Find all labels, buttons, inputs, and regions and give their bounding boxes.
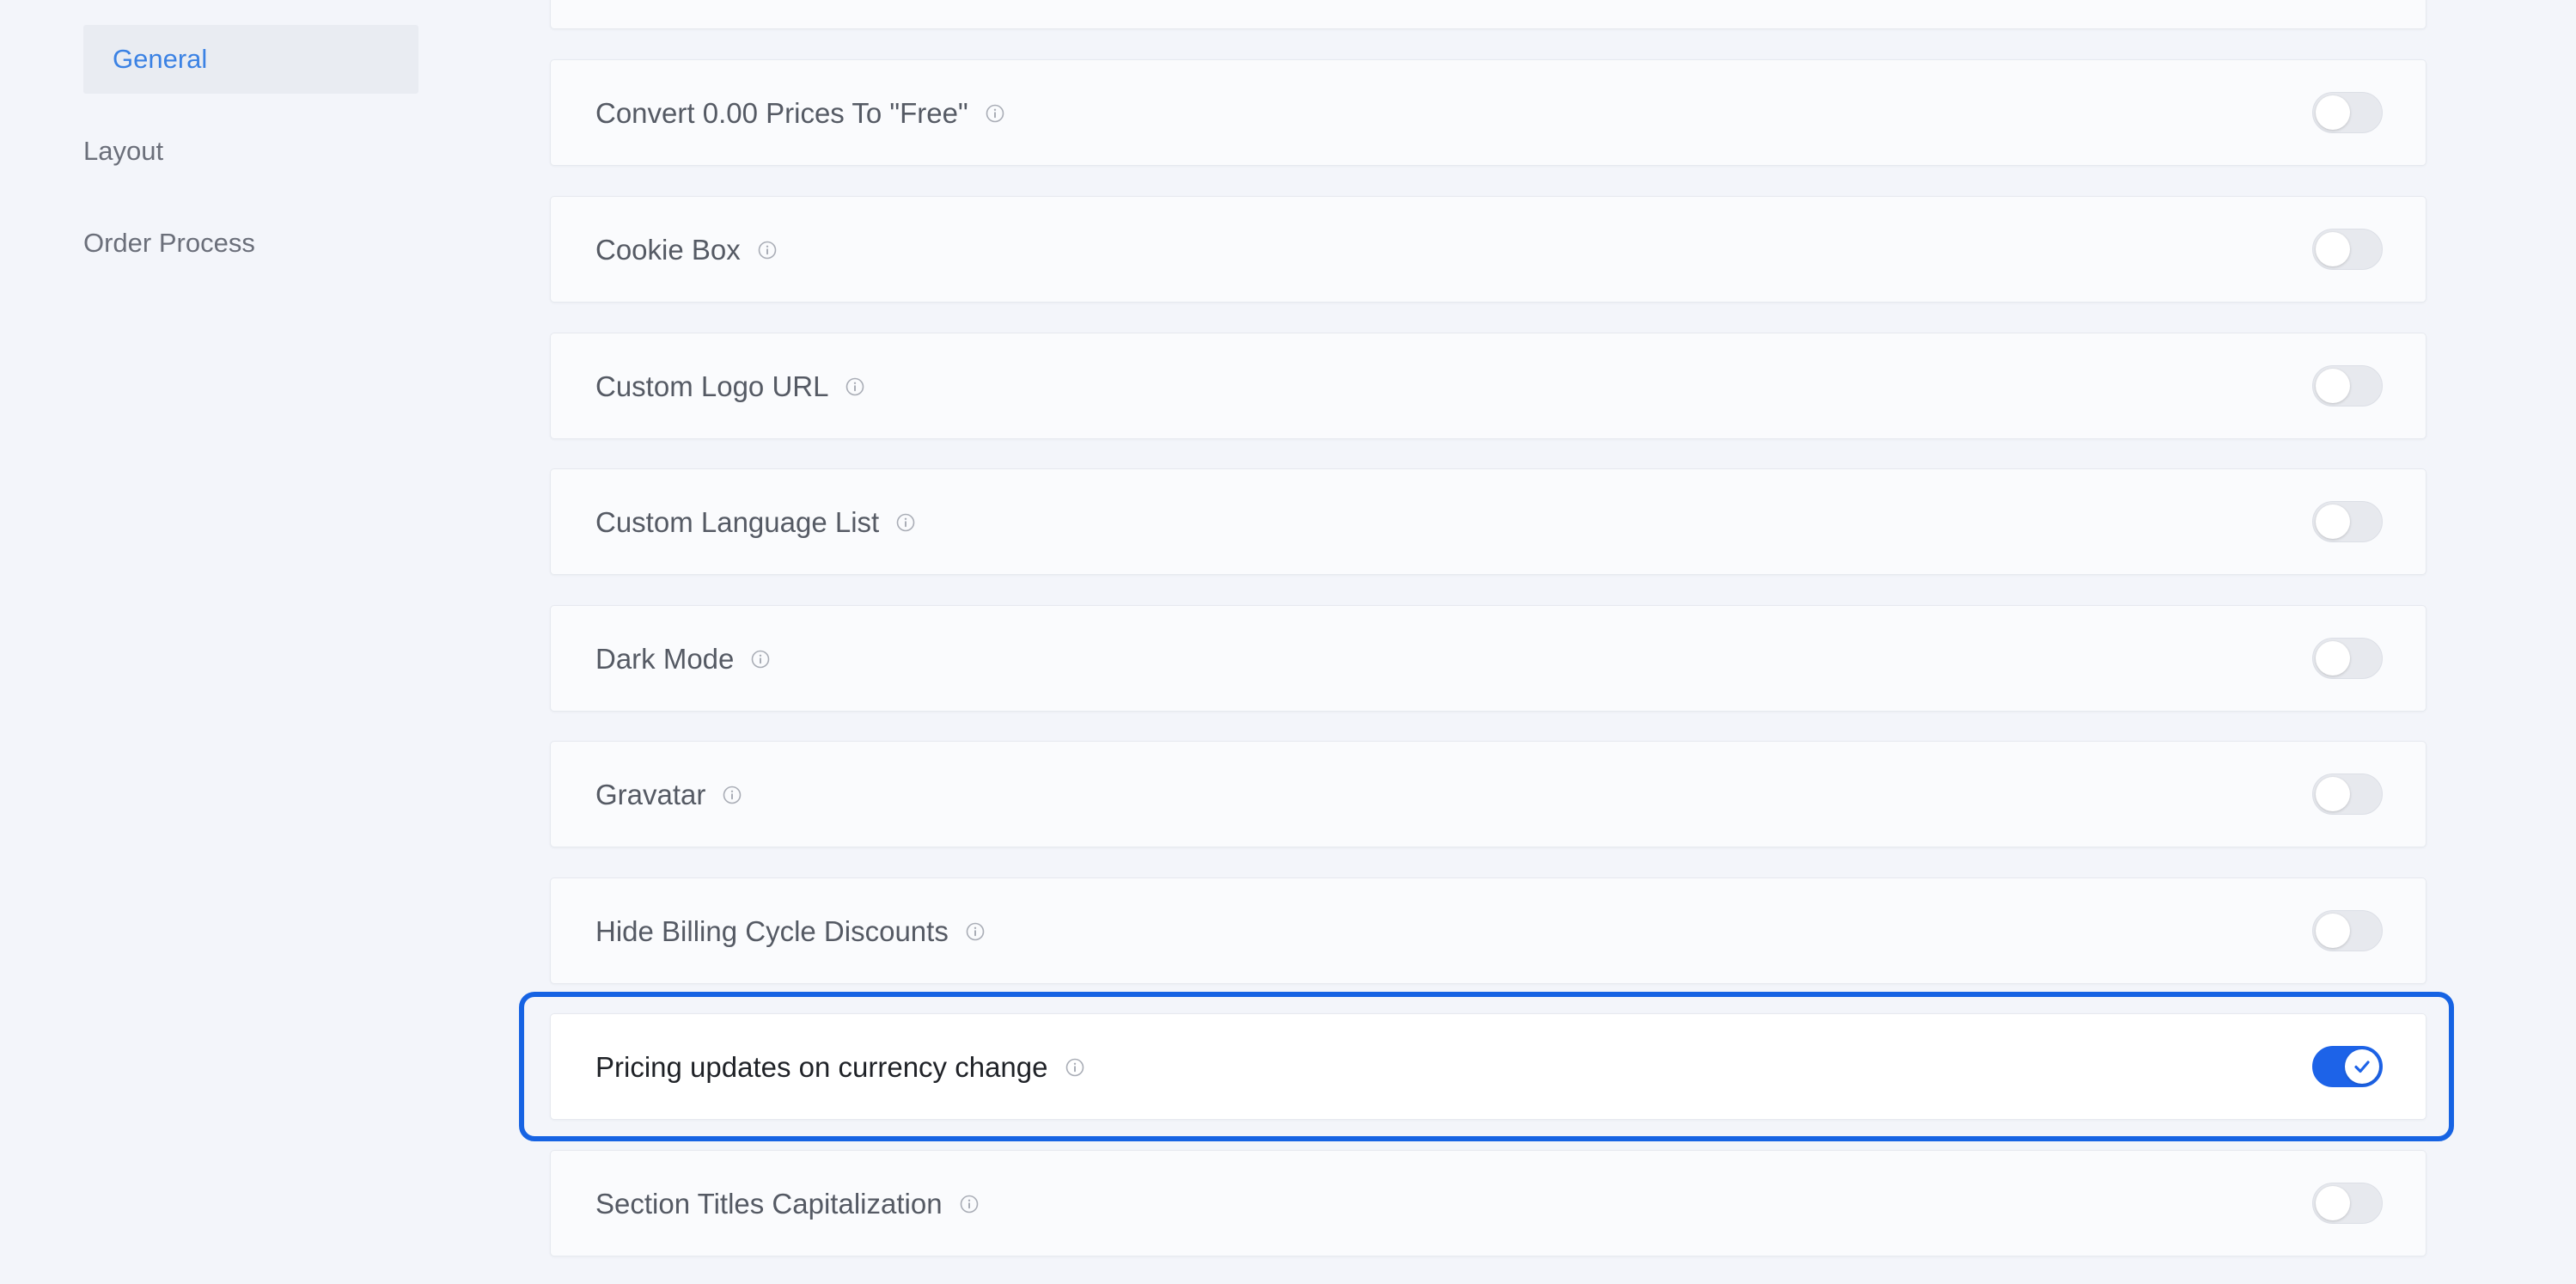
toggle-knob	[2316, 369, 2350, 403]
setting-toggle[interactable]	[2312, 501, 2383, 542]
setting-toggle[interactable]	[2312, 910, 2383, 951]
setting-row-highlighted: Pricing updates on currency change	[550, 1013, 2426, 1120]
sidebar-item-general[interactable]: General	[83, 25, 418, 94]
setting-label: Custom Language List	[595, 506, 880, 538]
toggle-knob	[2345, 1049, 2379, 1084]
toggle-knob	[2316, 641, 2350, 676]
check-icon	[2354, 1061, 2370, 1073]
setting-label: Convert 0.00 Prices To "Free"	[595, 97, 968, 129]
info-icon[interactable]	[960, 1195, 979, 1214]
setting-toggle[interactable]	[2312, 638, 2383, 679]
setting-row: Custom Logo URL	[550, 333, 2426, 439]
setting-toggle[interactable]	[2312, 365, 2383, 407]
toggle-knob	[2316, 914, 2350, 948]
setting-row: Section Titles Capitalization	[550, 1150, 2426, 1256]
setting-row-partial	[550, 0, 2426, 29]
setting-label: Dark Mode	[595, 643, 735, 675]
setting-label: Custom Logo URL	[595, 370, 829, 402]
setting-row: Custom Language List	[550, 468, 2426, 575]
setting-label: Pricing updates on currency change	[595, 1051, 1048, 1083]
info-icon[interactable]	[723, 786, 742, 804]
toggle-knob	[2316, 504, 2350, 539]
setting-toggle[interactable]	[2312, 1183, 2383, 1224]
setting-toggle[interactable]	[2312, 92, 2383, 133]
toggle-knob	[2316, 95, 2350, 130]
toggle-knob	[2316, 232, 2350, 266]
setting-label: Cookie Box	[595, 234, 741, 266]
info-icon[interactable]	[986, 104, 1004, 123]
setting-label: Hide Billing Cycle Discounts	[595, 915, 949, 947]
setting-toggle[interactable]	[2312, 229, 2383, 270]
toggle-knob	[2316, 1186, 2350, 1220]
info-icon[interactable]	[751, 650, 770, 669]
setting-row: Gravatar	[550, 741, 2426, 847]
setting-toggle-on[interactable]	[2312, 1046, 2383, 1087]
info-icon[interactable]	[966, 922, 985, 941]
setting-row: Hide Billing Cycle Discounts	[550, 877, 2426, 984]
sidebar-item-layout[interactable]: Layout	[83, 117, 418, 186]
setting-toggle[interactable]	[2312, 773, 2383, 815]
setting-row: Cookie Box	[550, 196, 2426, 303]
info-icon[interactable]	[845, 377, 864, 396]
setting-row: Dark Mode	[550, 605, 2426, 712]
info-icon[interactable]	[1065, 1058, 1084, 1077]
info-icon[interactable]	[896, 513, 915, 532]
sidebar-item-order-process[interactable]: Order Process	[83, 209, 418, 278]
info-icon[interactable]	[758, 241, 777, 260]
setting-label: Gravatar	[595, 779, 706, 810]
setting-label: Section Titles Capitalization	[595, 1188, 943, 1220]
toggle-knob	[2316, 777, 2350, 811]
settings-sidebar: General Layout Order Process	[0, 0, 516, 1284]
setting-row: Convert 0.00 Prices To "Free"	[550, 59, 2426, 166]
